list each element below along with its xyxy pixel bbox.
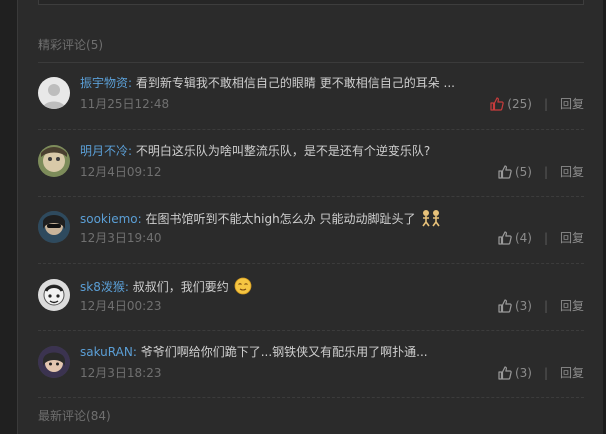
avatar[interactable]	[38, 211, 70, 243]
comments-panel: 精彩评论(5) 振宇物资: 看到新专辑我不敢相信自己的眼睛 更不敢相信自己的耳朵…	[17, 0, 605, 434]
like-count[interactable]: (3)	[515, 298, 532, 314]
thumbs-up-icon[interactable]	[498, 299, 512, 313]
action-separator: |	[543, 231, 548, 245]
avatar[interactable]	[38, 77, 70, 109]
reply-button[interactable]: 回复	[560, 96, 584, 112]
comment-time: 12月4日09:12	[80, 165, 162, 179]
thumbs-up-icon[interactable]	[498, 165, 512, 179]
reply-button[interactable]: 回复	[560, 298, 584, 314]
like-count[interactable]: (5)	[515, 164, 532, 180]
new-comments-count: (84)	[86, 409, 111, 423]
comment-item: sk8泼猴: 叔叔们，我们要约 12月4日00:23 (3) | 回复	[38, 264, 584, 331]
comment-text: 在图书馆听到不能太high怎么办 只能动动脚趾头了	[145, 212, 416, 226]
comment-time: 11月25日12:48	[80, 97, 170, 111]
comment-body: 明月不冷: 不明白这乐队为啥叫整流乐队，是不是还有个逆变乐队? 12月4日09:…	[80, 144, 584, 179]
comment-time: 12月4日00:23	[80, 299, 162, 313]
relieved-face-emoji	[234, 277, 252, 299]
hot-comments-count: (5)	[86, 38, 104, 52]
comment-body: 振宇物资: 看到新专辑我不敢相信自己的眼睛 更不敢相信自己的耳朵 ... 11月…	[80, 76, 584, 111]
comment-time: 12月3日19:40	[80, 231, 162, 245]
previous-section-box	[38, 0, 584, 5]
comment-time: 12月3日18:23	[80, 366, 162, 380]
thumbs-up-icon[interactable]	[498, 231, 512, 245]
comment-username[interactable]: sk8泼猴	[80, 280, 125, 294]
like-count[interactable]: (25)	[507, 96, 532, 112]
action-separator: |	[543, 299, 548, 313]
comment-username[interactable]: 明月不冷	[80, 144, 128, 158]
action-separator: |	[543, 97, 548, 111]
comment-body: sookiemo: 在图书馆听到不能太high怎么办 只能动动脚趾头了 12月3…	[80, 209, 584, 245]
reply-button[interactable]: 回复	[560, 164, 584, 180]
dancers-emoji	[420, 209, 442, 231]
action-separator: |	[543, 366, 548, 380]
comment-text: 看到新专辑我不敢相信自己的眼睛 更不敢相信自己的耳朵 ...	[135, 76, 455, 90]
avatar[interactable]	[38, 346, 70, 378]
reply-button[interactable]: 回复	[560, 365, 584, 381]
thumbs-up-icon[interactable]	[498, 366, 512, 380]
thumbs-up-icon[interactable]	[490, 97, 505, 111]
reply-button[interactable]: 回复	[560, 230, 584, 246]
hot-comments-heading: 精彩评论(5)	[38, 36, 103, 53]
comment-body: sakuRAN: 爷爷们啊给你们跪下了...钢铁侠又有配乐用了啊扑通... 12…	[80, 345, 584, 380]
comment-item: 振宇物资: 看到新专辑我不敢相信自己的眼睛 更不敢相信自己的耳朵 ... 11月…	[38, 63, 584, 130]
comment-text: 爷爷们啊给你们跪下了...钢铁侠又有配乐用了啊扑通...	[140, 345, 428, 359]
like-count[interactable]: (3)	[515, 365, 532, 381]
comment-text: 叔叔们，我们要约	[132, 280, 229, 294]
comment-item: sookiemo: 在图书馆听到不能太high怎么办 只能动动脚趾头了 12月3…	[38, 197, 584, 264]
new-comments-title: 最新评论	[38, 409, 87, 423]
comment-username[interactable]: 振宇物资	[80, 76, 128, 90]
comment-text: 不明白这乐队为啥叫整流乐队，是不是还有个逆变乐队?	[135, 144, 431, 158]
avatar[interactable]	[38, 279, 70, 311]
hot-comments-title: 精彩评论	[38, 38, 87, 52]
like-count[interactable]: (4)	[515, 230, 532, 246]
comment-username[interactable]: sakuRAN	[80, 345, 133, 359]
comment-item: 明月不冷: 不明白这乐队为啥叫整流乐队，是不是还有个逆变乐队? 12月4日09:…	[38, 130, 584, 197]
comment-username[interactable]: sookiemo	[80, 212, 138, 226]
comment-body: sk8泼猴: 叔叔们，我们要约 12月4日00:23 (3) | 回复	[80, 277, 584, 313]
avatar[interactable]	[38, 145, 70, 177]
action-separator: |	[543, 165, 548, 179]
comment-item: sakuRAN: 爷爷们啊给你们跪下了...钢铁侠又有配乐用了啊扑通... 12…	[38, 331, 584, 398]
new-comments-heading: 最新评论(84)	[38, 407, 111, 424]
